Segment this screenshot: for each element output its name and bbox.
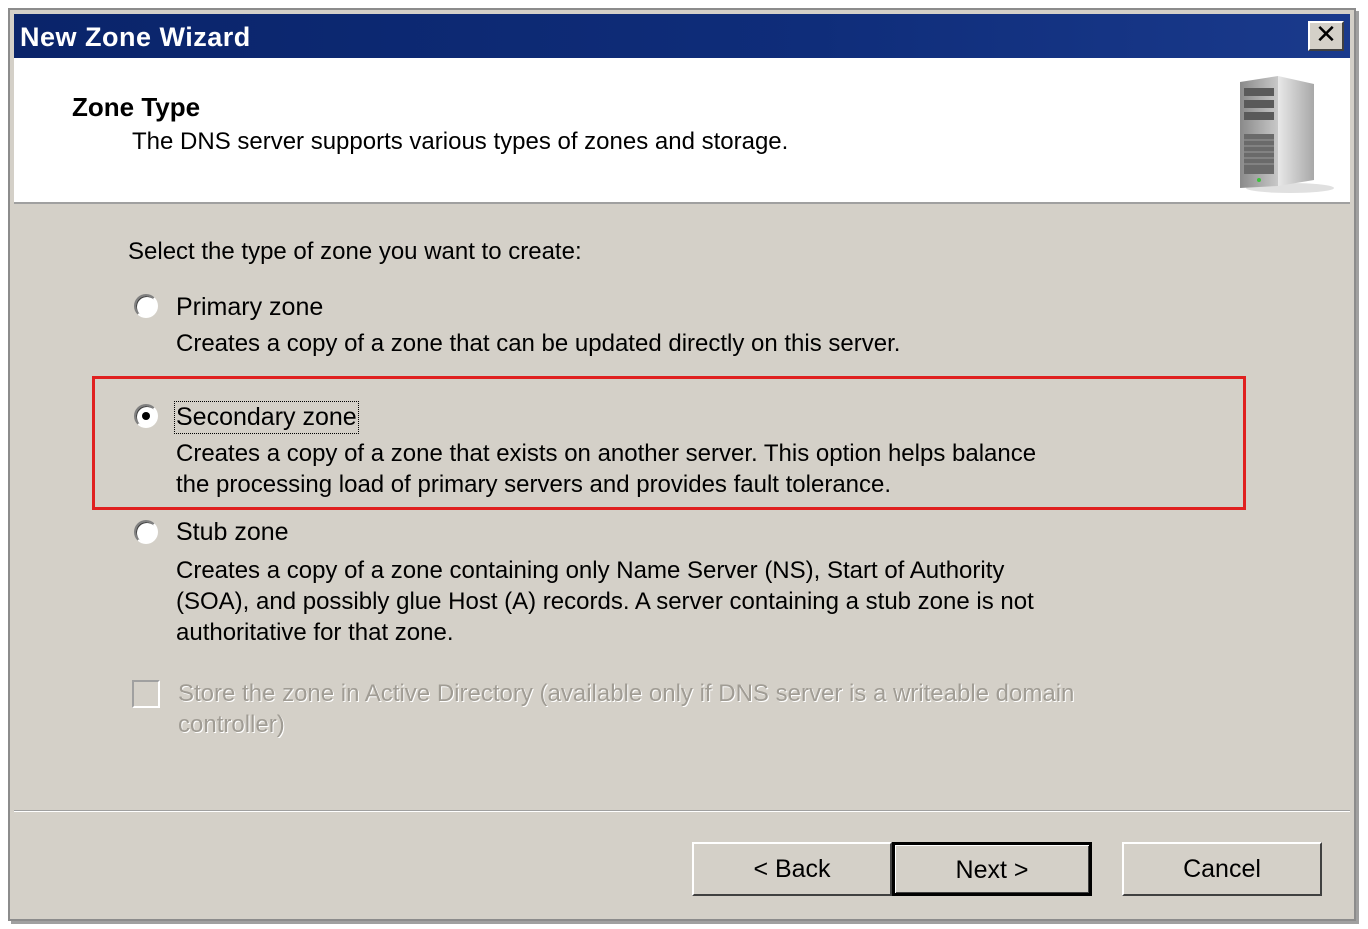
stub-zone-radio[interactable]: [134, 520, 158, 544]
page-subtitle: The DNS server supports various types of…: [132, 128, 789, 155]
secondary-zone-label[interactable]: Secondary zone: [174, 401, 359, 434]
store-in-ad-label-line-1: Store the zone in Active Directory (avai…: [178, 680, 1075, 707]
primary-zone-radio[interactable]: [134, 294, 158, 318]
server-tower-icon: [1240, 76, 1334, 193]
stub-zone-description-line-1: Creates a copy of a zone containing only…: [176, 557, 1005, 584]
stub-zone-label[interactable]: Stub zone: [176, 518, 289, 547]
primary-zone-label[interactable]: Primary zone: [176, 293, 323, 322]
page-title: Zone Type: [72, 92, 201, 122]
cancel-button[interactable]: Cancel: [1122, 842, 1322, 896]
store-in-ad-label-line-2: controller): [178, 711, 285, 738]
secondary-zone-radio[interactable]: [134, 404, 158, 428]
stub-zone-description-line-3: authoritative for that zone.: [176, 619, 454, 646]
zone-type-prompt: Select the type of zone you want to crea…: [128, 238, 582, 265]
window-title: New Zone Wizard: [20, 22, 251, 52]
radio-selected-dot: [142, 412, 150, 420]
secondary-zone-description-line-2: the processing load of primary servers a…: [176, 471, 892, 498]
wizard-header: Zone Type The DNS server supports variou…: [14, 58, 1350, 204]
title-bar[interactable]: New Zone Wizard ✕: [14, 14, 1350, 58]
wizard-window: New Zone Wizard ✕ Zone Type The DNS serv…: [8, 8, 1356, 921]
stub-zone-description-line-2: (SOA), and possibly glue Host (A) record…: [176, 588, 1034, 615]
next-button[interactable]: Next >: [892, 842, 1092, 896]
close-button[interactable]: ✕: [1308, 21, 1344, 51]
back-button[interactable]: < Back: [692, 842, 892, 896]
footer-separator: [14, 810, 1350, 812]
secondary-zone-description-line-1: Creates a copy of a zone that exists on …: [176, 440, 1037, 467]
primary-zone-description: Creates a copy of a zone that can be upd…: [176, 330, 901, 357]
store-in-ad-label: Store the zone in Active Directory (avai…: [178, 678, 1288, 740]
close-icon: ✕: [1315, 20, 1337, 50]
store-in-ad-checkbox[interactable]: [132, 680, 160, 708]
